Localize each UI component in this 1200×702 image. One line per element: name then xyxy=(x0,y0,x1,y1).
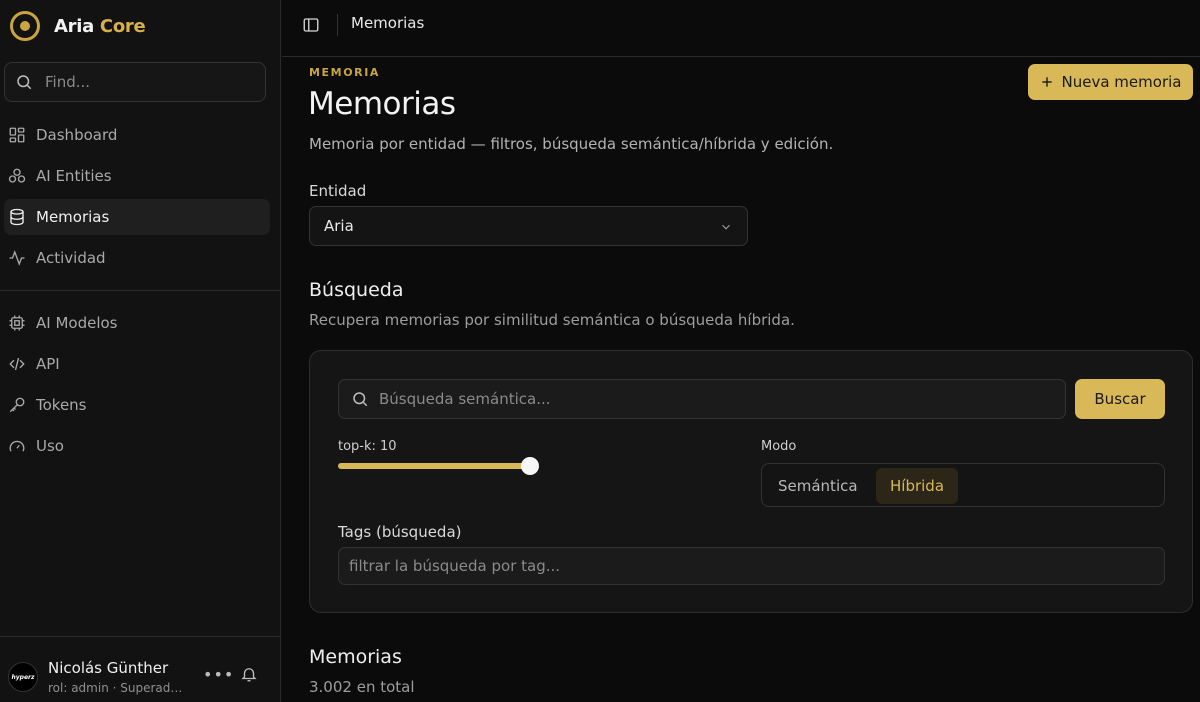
nav-divider xyxy=(0,290,281,291)
tags-input[interactable] xyxy=(349,557,1149,575)
sidebar-item-uso[interactable]: Uso xyxy=(4,428,270,464)
more-icon[interactable]: ••• xyxy=(203,665,234,684)
sidebar-item-ai-modelos[interactable]: AI Modelos xyxy=(4,305,270,341)
database-icon xyxy=(10,208,24,226)
sidebar-item-label: API xyxy=(36,355,60,373)
memories-list-title: Memorias xyxy=(309,646,402,668)
brand-name: Aria Core xyxy=(54,15,146,37)
top-header: Memorias xyxy=(282,0,1200,57)
semantic-search-box[interactable] xyxy=(338,379,1066,419)
sidebar-item-label: AI Entities xyxy=(36,167,112,185)
user-role: rol: admin · Superadmin xyxy=(48,681,190,695)
search-icon xyxy=(353,392,368,407)
brand[interactable]: Aria Core xyxy=(10,10,146,42)
find-input[interactable] xyxy=(45,73,245,91)
sidebar-item-label: Actividad xyxy=(36,249,106,267)
page-subtitle: Memoria por entidad — filtros, búsqueda … xyxy=(309,135,834,153)
entities-icon xyxy=(8,168,26,183)
gauge-icon xyxy=(9,440,25,452)
sidebar-item-label: AI Modelos xyxy=(36,314,118,332)
topk-label: top-k: 10 xyxy=(338,439,397,454)
entity-value: Aria xyxy=(324,217,354,235)
mode-label: Modo xyxy=(761,439,797,454)
chevron-down-icon xyxy=(722,224,730,230)
page-title: Memorias xyxy=(308,86,456,122)
dashboard-icon xyxy=(9,127,25,143)
tags-field[interactable] xyxy=(338,547,1165,585)
search-section-title: Búsqueda xyxy=(309,279,404,301)
brand-logo-icon xyxy=(10,11,40,41)
sidebar-item-actividad[interactable]: Actividad xyxy=(4,240,270,276)
sidebar-item-label: Tokens xyxy=(36,396,87,414)
search-section-subtitle: Recupera memorias por similitud semántic… xyxy=(309,311,795,329)
semantic-search-input[interactable] xyxy=(379,390,1039,408)
search-icon xyxy=(17,75,32,90)
tags-label: Tags (búsqueda) xyxy=(338,523,462,541)
bell-icon[interactable] xyxy=(240,665,258,683)
mode-toggle-group: Semántica Híbrida xyxy=(761,463,1165,507)
key-icon xyxy=(9,397,25,413)
topk-slider[interactable] xyxy=(338,457,539,475)
find-box[interactable] xyxy=(4,62,266,102)
memories-count: 3.002 en total xyxy=(309,678,415,696)
entity-label: Entidad xyxy=(309,182,367,200)
sidebar-item-label: Dashboard xyxy=(36,126,118,144)
sidebar-item-ai-entities[interactable]: AI Entities xyxy=(4,158,270,194)
topk-slider-thumb[interactable] xyxy=(521,457,539,475)
mode-option-semantica[interactable]: Semántica xyxy=(764,468,872,504)
cpu-icon xyxy=(9,315,25,331)
sidebar-toggle-icon[interactable] xyxy=(302,16,320,34)
search-panel: Buscar top-k: 10 Modo Semántica Híbrida … xyxy=(309,350,1193,613)
activity-icon xyxy=(9,250,25,266)
user-divider xyxy=(0,636,281,637)
user-menu[interactable]: hyperz Nicolás Günther rol: admin · Supe… xyxy=(8,655,276,699)
sidebar-item-label: Uso xyxy=(36,437,64,455)
sidebar-item-tokens[interactable]: Tokens xyxy=(4,387,270,423)
new-memory-label: Nueva memoria xyxy=(1061,73,1182,91)
sidebar-item-label: Memorias xyxy=(36,208,110,226)
plus-icon xyxy=(1041,77,1052,87)
new-memory-button[interactable]: Nueva memoria xyxy=(1028,64,1193,100)
user-name: Nicolás Günther xyxy=(48,659,169,677)
sidebar-item-dashboard[interactable]: Dashboard xyxy=(4,117,270,153)
breadcrumb: Memorias xyxy=(351,14,425,32)
topk-slider-fill xyxy=(338,463,530,469)
sidebar-item-api[interactable]: API xyxy=(4,346,270,382)
code-icon xyxy=(9,357,25,371)
page-eyebrow: MEMORIA xyxy=(309,66,381,79)
sidebar-item-memorias[interactable]: Memorias xyxy=(4,199,270,235)
search-button[interactable]: Buscar xyxy=(1075,379,1165,419)
user-info: Nicolás Günther rol: admin · Superadmin xyxy=(48,659,198,695)
entity-select[interactable]: Aria xyxy=(309,206,748,246)
avatar: hyperz xyxy=(8,662,38,692)
mode-option-hibrida[interactable]: Híbrida xyxy=(876,468,959,504)
header-divider xyxy=(337,14,338,36)
sidebar: Aria Core Dashboard AI Entities Memorias… xyxy=(0,0,281,702)
